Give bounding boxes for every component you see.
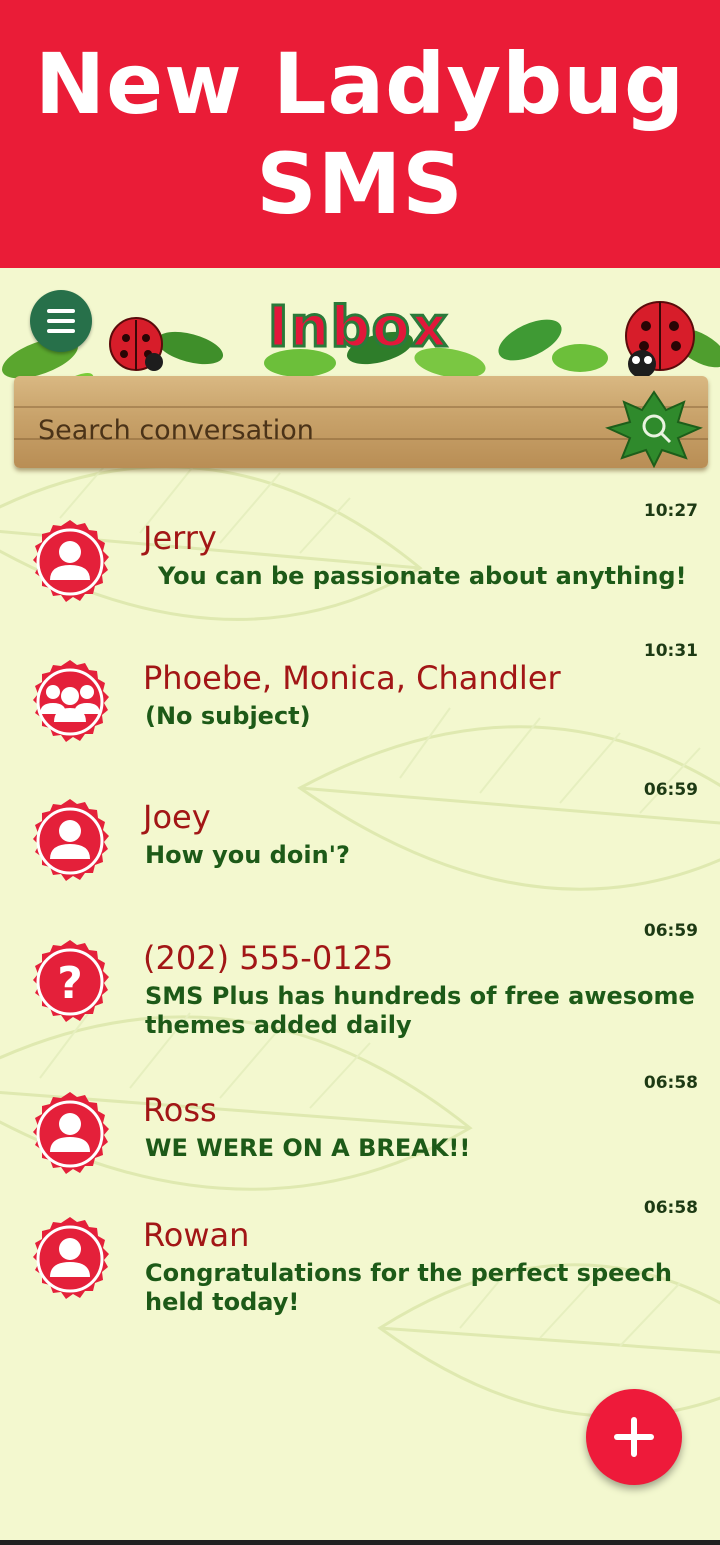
search-input[interactable]: Search conversation [38,414,558,448]
contact-name: Phoebe, Monica, Chandler [143,659,561,697]
message-time: 10:27 [643,501,698,521]
conversation-item[interactable]: Ross WE WERE ON A BREAK!! 06:58 [0,1073,720,1210]
message-time: 06:59 [643,921,698,941]
message-preview: You can be passionate about anything! [158,562,687,590]
promo-banner: New Ladybug SMS [0,0,720,268]
inbox-header: Inbox Search conversation [0,268,720,469]
conversation-item[interactable]: Joey How you doin'? 06:59 [0,780,720,917]
unknown-contact-icon: ? [33,940,109,1022]
contact-name: Rowan [143,1216,250,1254]
person-icon [33,799,109,881]
message-time: 06:59 [643,780,698,800]
bottom-edge [0,1540,720,1545]
contact-name: Joey [143,798,211,836]
ladybug-icon [625,301,695,378]
conversation-item[interactable]: Rowan Congratulations for the perfect sp… [0,1198,720,1335]
message-preview: WE WERE ON A BREAK!! [145,1134,471,1162]
hamburger-menu-icon [47,309,75,313]
message-time: 06:58 [643,1073,698,1093]
page-title: Inbox [266,294,449,361]
menu-button[interactable] [30,290,92,352]
message-preview: Congratulations for the perfect speech h… [145,1259,673,1316]
promo-title-line-1: New Ladybug [34,35,686,133]
conversation-item[interactable]: Jerry You can be passionate about anythi… [0,501,720,638]
message-time: 06:58 [643,1198,698,1218]
search-icon [605,390,703,469]
person-icon [33,520,109,602]
conversation-item[interactable]: Phoebe, Monica, Chandler (No subject) 10… [0,641,720,778]
contact-name: (202) 555-0125 [143,939,394,977]
promo-title-line-2: SMS [256,135,464,233]
person-icon [33,1217,109,1299]
group-icon [33,660,109,742]
ladybug-icon [109,317,163,371]
message-preview: SMS Plus has hundreds of free awesome th… [145,982,695,1039]
message-preview: (No subject) [145,702,311,730]
search-button[interactable] [604,388,704,469]
person-icon [33,1092,109,1174]
app-screen: Inbox Search conversation Jerry You can … [0,268,720,1545]
new-message-button[interactable] [586,1389,682,1485]
contact-name: Ross [143,1091,217,1129]
message-time: 10:31 [643,641,698,661]
svg-text:?: ? [57,958,83,1009]
conversation-item[interactable]: ? (202) 555-0125 SMS Plus has hundreds o… [0,921,720,1058]
message-preview: How you doin'? [145,841,350,869]
contact-name: Jerry [143,519,217,557]
